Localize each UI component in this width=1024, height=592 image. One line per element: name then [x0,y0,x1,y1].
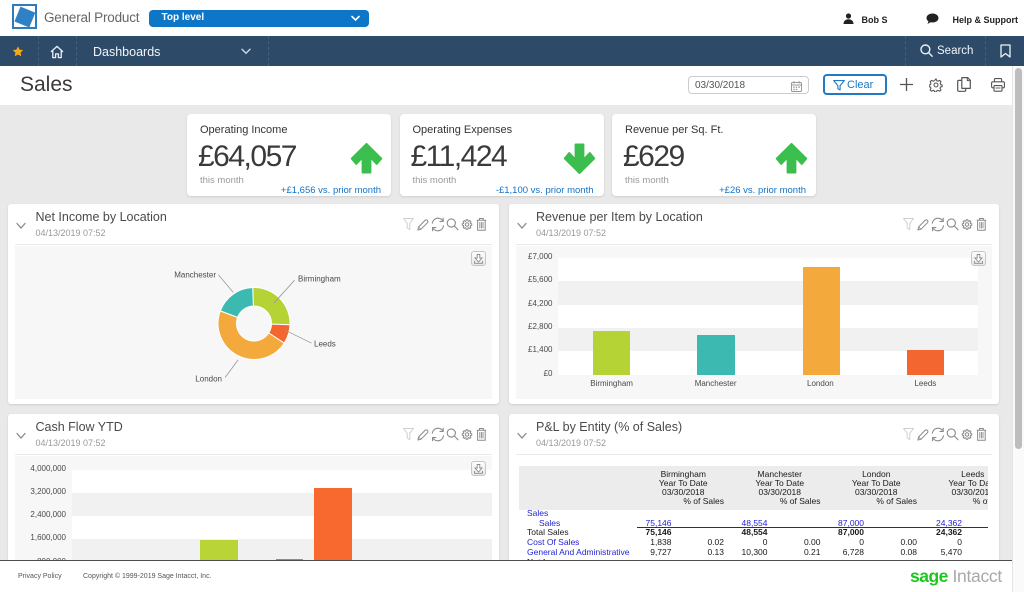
svg-text:Birmingham: Birmingham [298,274,341,283]
svg-text:London: London [195,374,222,383]
svg-text:Leeds: Leeds [314,339,336,348]
svg-text:Manchester: Manchester [174,270,216,279]
